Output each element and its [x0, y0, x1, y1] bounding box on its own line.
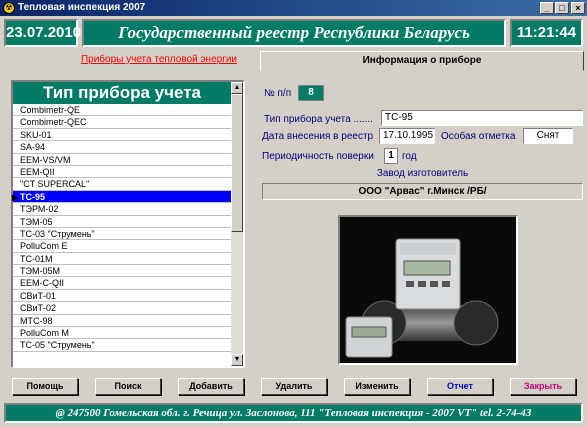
current-row-icon: ▶	[12, 192, 19, 202]
scroll-thumb[interactable]	[231, 94, 243, 232]
list-item[interactable]: Combimetr-QEC	[13, 116, 231, 129]
list-item-label: ТЭМ-05	[20, 216, 53, 227]
list-item[interactable]: ▶ TC-95	[12, 190, 231, 204]
list-item-label: "CT SUPERCAL"	[20, 179, 90, 190]
list-item-label: SKU-01	[20, 129, 52, 140]
device-type-label: Тип прибора учета .......	[264, 114, 373, 125]
list-item-label: PolluCom M	[20, 328, 70, 339]
list-item[interactable]: PolluCom E	[13, 240, 231, 253]
button-bar: Помощь Поиск Добавить Удалить Изменить О…	[0, 372, 587, 400]
search-button[interactable]: Поиск	[95, 378, 161, 395]
delete-button[interactable]: Удалить	[261, 378, 327, 395]
list-item[interactable]: EEM-C-QII	[13, 277, 231, 290]
list-item-label: SA-94	[20, 142, 46, 153]
manufacturer-label: Завод изготовитель	[376, 168, 469, 179]
list-item[interactable]: EEM-QII	[13, 166, 231, 179]
list-item-label: СВиТ-01	[20, 290, 57, 301]
scroll-up-icon[interactable]: ▲	[231, 82, 243, 94]
special-mark-label: Особая отметка	[441, 131, 516, 142]
list-item-label: MTC-98	[20, 315, 53, 326]
list-scrollbar[interactable]: ▲ ▼	[231, 82, 243, 366]
list-item-label: СВиТ-02	[20, 303, 57, 314]
list-item[interactable]: SA-94	[13, 141, 231, 154]
list-item-label: ТЭРМ-02	[20, 204, 59, 215]
list-item[interactable]: СВиТ-02	[13, 302, 231, 315]
list-item-label: ТС-05 "Струмень"	[20, 340, 95, 351]
time-display: 11:21:44	[510, 19, 583, 47]
edit-button[interactable]: Изменить	[344, 378, 410, 395]
tab-device-info[interactable]: Информация о приборе	[260, 51, 584, 71]
list-item-label: Combimetr-QE	[20, 105, 81, 115]
device-type-list[interactable]: Тип прибора учета Combimetr-QE Combimetr-…	[11, 80, 245, 368]
title-bar: ☢ Тепловая инспекция 2007 _ □ ×	[0, 0, 587, 16]
device-photo	[338, 215, 518, 365]
add-button[interactable]: Добавить	[178, 378, 244, 395]
page-title: Государственный реестр Республики Белару…	[82, 19, 506, 47]
list-item-label: TC-01M	[20, 253, 53, 264]
list-item[interactable]: Combimetr-QE	[13, 104, 231, 117]
list-item-label: ТЭМ-05М	[20, 266, 60, 277]
minimize-button[interactable]: _	[540, 2, 554, 14]
help-button[interactable]: Помощь	[12, 378, 78, 395]
num-label: № п/п	[264, 88, 292, 99]
radiation-icon: ☢	[3, 2, 15, 14]
date-display: 23.07.2010	[4, 19, 81, 47]
manufacturer-field: ООО "Арвас" г.Минск /РБ/	[262, 183, 583, 200]
list-item[interactable]: ТЭМ-05	[13, 216, 231, 228]
window-title: Тепловая инспекция 2007	[18, 2, 146, 13]
list-item[interactable]: ТС-03 "Струмень"	[13, 228, 231, 241]
list-header: Тип прибора учета	[13, 82, 231, 104]
list-item-label: EEM-VS/VM	[20, 154, 71, 165]
device-type-field[interactable]: TC-95	[381, 110, 583, 126]
list-item-label: EEM-QII	[20, 166, 55, 177]
list-item[interactable]: СВиТ-01	[13, 290, 231, 303]
special-mark-field[interactable]: Снят	[523, 128, 573, 144]
list-item-label: TC-95	[20, 191, 46, 202]
close-button[interactable]: Закрыть	[510, 378, 576, 395]
list-item[interactable]: SKU-01	[13, 129, 231, 142]
footer-address: @ 247500 Гомельская обл. г. Речица ул. З…	[4, 403, 583, 423]
scroll-down-icon[interactable]: ▼	[231, 354, 243, 366]
list-item[interactable]: ТЭРМ-02	[13, 203, 231, 216]
device-image	[340, 217, 516, 363]
list-item-label: EEM-C-QII	[20, 278, 64, 289]
list-item-label: ТС-03 "Струмень"	[20, 228, 95, 239]
report-button[interactable]: Отчет	[427, 378, 493, 395]
close-window-button[interactable]: ×	[571, 2, 585, 14]
list-item[interactable]: PolluCom M	[13, 327, 231, 340]
list-item[interactable]: ТС-05 "Струмень"	[13, 339, 231, 352]
verification-period-field[interactable]: 1	[384, 148, 398, 164]
tab-devices[interactable]: Приборы учета тепловой энергии	[64, 51, 254, 69]
list-rows: Combimetr-QE Combimetr-QEC SKU-01 SA-94 EEM-…	[12, 104, 231, 352]
list-item-label: Combimetr-QEC	[20, 117, 87, 128]
list-item[interactable]: TC-01M	[13, 253, 231, 266]
list-item[interactable]: "CT SUPERCAL"	[13, 178, 231, 191]
registry-date-field[interactable]: 17.10.1995	[379, 128, 435, 144]
period-unit: год	[402, 151, 417, 162]
list-item[interactable]: MTC-98	[13, 315, 231, 328]
maximize-button[interactable]: □	[555, 2, 569, 14]
list-item-label: PolluCom E	[20, 241, 68, 252]
registry-date-label: Дата внесения в реестр	[262, 131, 374, 142]
list-item[interactable]: ТЭМ-05М	[13, 265, 231, 278]
list-item[interactable]: EEM-VS/VM	[13, 154, 231, 166]
verification-period-label: Периодичность поверки	[262, 151, 374, 162]
num-value: 8	[298, 85, 324, 101]
